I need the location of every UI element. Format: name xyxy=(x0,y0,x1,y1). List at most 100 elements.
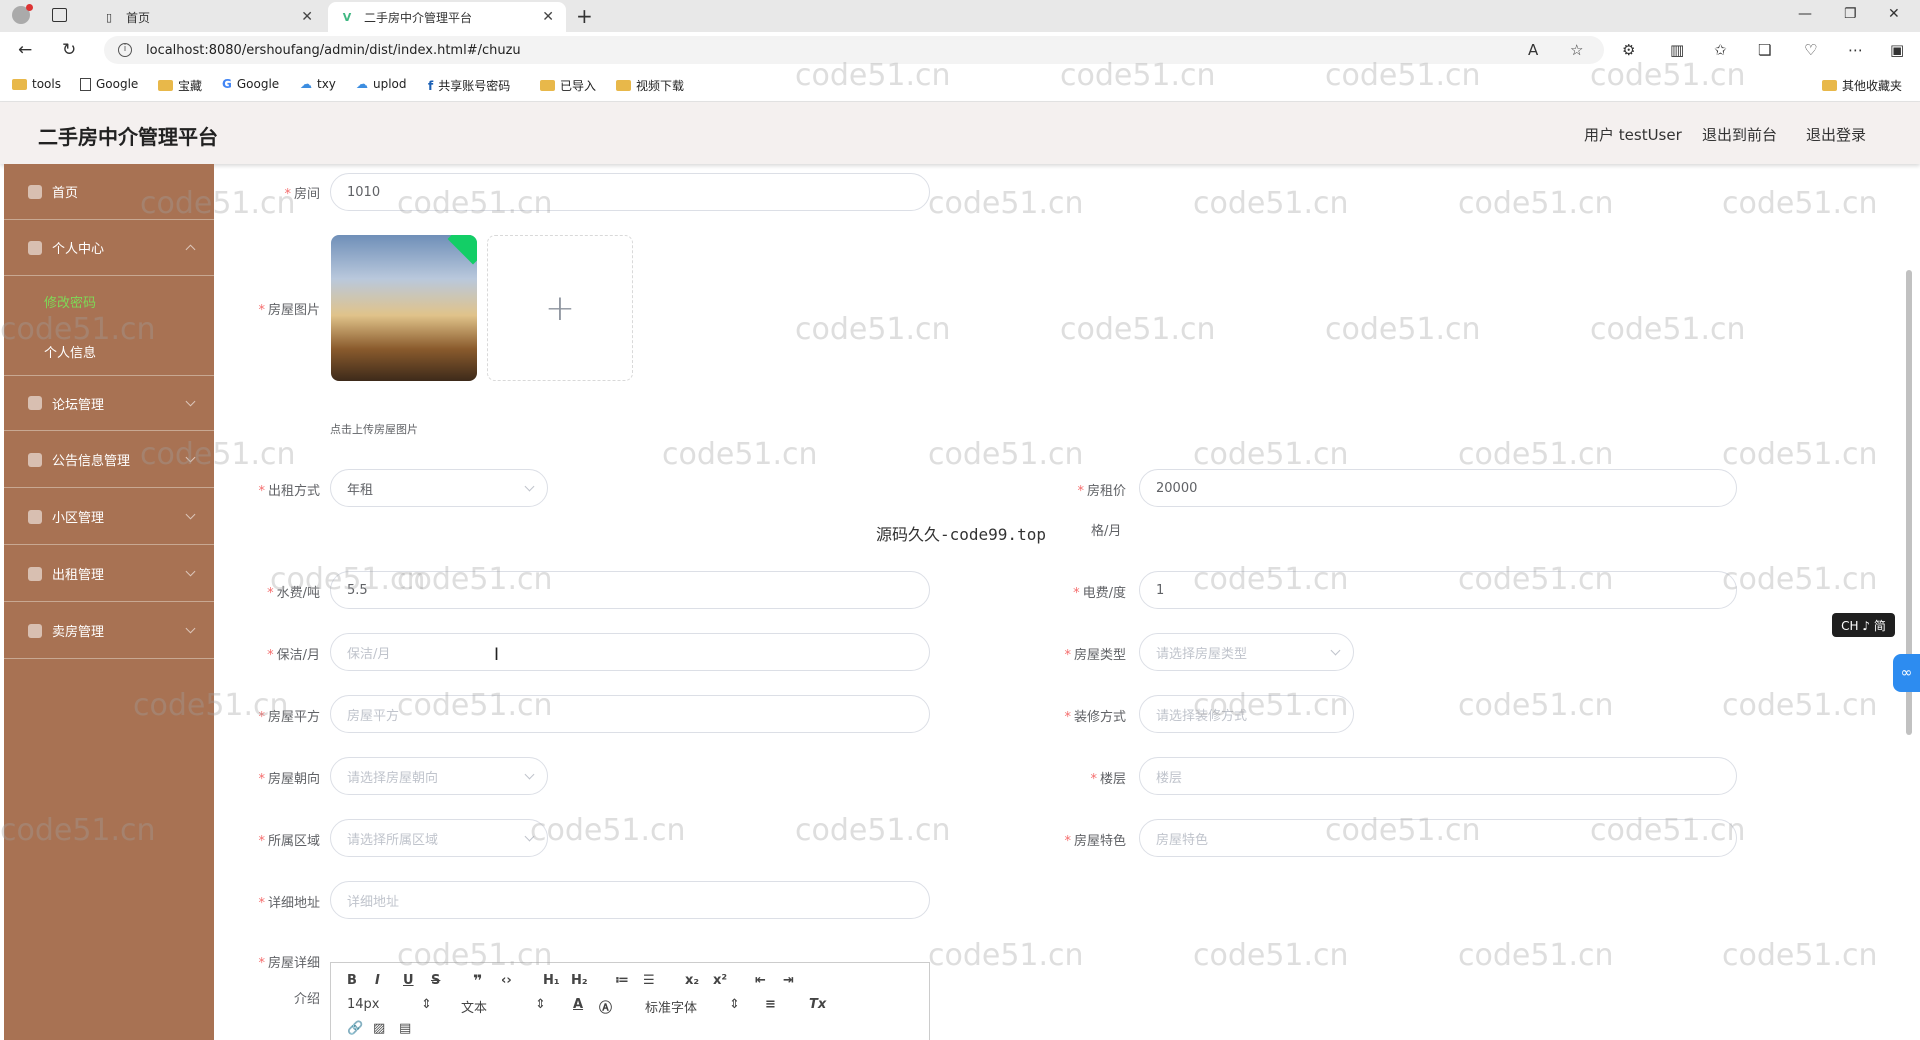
address-input[interactable]: 详细地址 xyxy=(330,881,930,919)
favorite-star-icon[interactable]: ☆ xyxy=(1570,41,1583,59)
browser-essentials-icon[interactable]: ♡ xyxy=(1804,41,1817,59)
cleaning-input[interactable]: 保洁/月 xyxy=(330,633,930,671)
italic-icon[interactable]: I xyxy=(375,973,380,988)
logout-link[interactable]: 退出登录 xyxy=(1806,124,1866,145)
bold-icon[interactable]: B xyxy=(347,973,357,988)
house-type-select[interactable]: 请选择房屋类型 xyxy=(1139,633,1354,671)
feature-input[interactable]: 房屋特色 xyxy=(1139,819,1737,857)
strike-icon[interactable]: S xyxy=(431,973,440,988)
superscript-icon[interactable]: x² xyxy=(713,973,727,988)
new-tab-icon[interactable]: + xyxy=(576,4,593,28)
electric-label: * 电费/度 xyxy=(1073,586,1126,601)
video-icon[interactable]: ▤ xyxy=(399,1021,411,1036)
district-select[interactable]: 请选择所属区域 xyxy=(330,819,548,857)
ime-indicator[interactable]: CH ♪ 简 xyxy=(1832,613,1895,637)
room-input[interactable]: 1010 xyxy=(330,173,930,211)
info-icon[interactable]: i xyxy=(118,43,132,57)
rich-text-editor[interactable]: B I U S ❞ ‹› H₁ H₂ ≔ ☰ x₂ x² ⇤ ⇥ 14px ⇕ … xyxy=(330,962,930,1040)
area-input[interactable]: 房屋平方 xyxy=(330,695,930,733)
split-screen-icon[interactable]: ▥ xyxy=(1670,41,1684,59)
favorites-icon[interactable]: ✩ xyxy=(1714,41,1727,59)
font-family-select[interactable]: 标准字体 xyxy=(645,997,697,1016)
decoration-select[interactable]: 请选择装修方式 xyxy=(1139,695,1354,733)
outdent-icon[interactable]: ⇤ xyxy=(755,973,766,988)
bookmark-item[interactable]: ☁ uplod xyxy=(356,77,407,91)
bullet-list-icon[interactable]: ☰ xyxy=(643,973,655,988)
h1-icon[interactable]: H₁ xyxy=(543,973,560,988)
font-size-select[interactable]: 14px xyxy=(347,997,380,1012)
url-field[interactable]: i localhost:8080/ershoufang/admin/dist/i… xyxy=(104,36,1604,64)
sidebar-item-community[interactable]: 小区管理 xyxy=(4,489,214,545)
underline-icon[interactable]: U xyxy=(403,973,414,988)
bookmark-item[interactable]: Google xyxy=(80,77,138,91)
sidebar-item-personal-center[interactable]: 个人中心 xyxy=(4,220,214,276)
browser-tab-active[interactable]: V 二手房中介管理平台 ✕ xyxy=(328,2,566,32)
collections-icon[interactable]: ❏ xyxy=(1758,41,1771,59)
address-label: * 详细地址 xyxy=(258,896,320,911)
document-icon xyxy=(80,77,91,91)
image-icon[interactable]: ▨ xyxy=(373,1021,385,1036)
floating-assistant-icon[interactable]: ∞ xyxy=(1893,654,1920,692)
background-color-icon[interactable]: Ⓐ xyxy=(599,997,612,1016)
bookmark-item[interactable]: ☁ txy xyxy=(300,77,336,91)
sidebar-item-rental[interactable]: 出租管理 xyxy=(4,546,214,602)
back-icon[interactable]: ← xyxy=(18,40,32,60)
link-icon[interactable]: 🔗 xyxy=(347,1021,363,1036)
refresh-icon[interactable]: ↻ xyxy=(62,40,76,60)
rent-mode-select[interactable]: 年租 xyxy=(330,469,548,507)
close-window-icon[interactable]: ✕ xyxy=(1888,6,1900,22)
profile-icon[interactable] xyxy=(12,4,33,24)
restore-icon[interactable]: ❐ xyxy=(1844,6,1857,22)
submenu-personal-info[interactable]: 个人信息 xyxy=(4,342,214,361)
h2-icon[interactable]: H₂ xyxy=(571,973,588,988)
watermark: code51.cn xyxy=(1193,186,1349,221)
clear-format-icon[interactable]: Tx xyxy=(809,997,826,1012)
subscript-icon[interactable]: x₂ xyxy=(685,973,699,988)
rent-price-label: * 房租价 xyxy=(1077,484,1126,499)
browser-tab-home[interactable]: ▯ 首页 ✕ xyxy=(90,2,325,32)
sidebar-item-forum[interactable]: 论坛管理 xyxy=(4,375,214,431)
indent-icon[interactable]: ⇥ xyxy=(783,973,794,988)
bookmark-item[interactable]: G Google xyxy=(222,77,279,91)
bookmark-item[interactable]: 宝藏 xyxy=(158,77,202,94)
orientation-select[interactable]: 请选择房屋朝向 xyxy=(330,757,548,795)
font-color-icon[interactable]: A xyxy=(573,997,583,1012)
close-icon[interactable]: ✕ xyxy=(542,9,554,25)
google-icon: G xyxy=(222,77,232,91)
notice-icon xyxy=(28,452,42,467)
watermark: code51.cn xyxy=(1458,437,1614,472)
rent-price-input[interactable]: 20000 xyxy=(1139,469,1737,507)
bookmark-item[interactable]: tools xyxy=(12,77,61,91)
folder-icon xyxy=(158,80,173,91)
bookmark-item[interactable]: f 共享账号密码 xyxy=(428,77,510,94)
sidebar-item-home[interactable]: 首页 xyxy=(4,164,214,220)
blockquote-icon[interactable]: ❞ xyxy=(473,971,482,990)
uploaded-house-image[interactable] xyxy=(331,235,477,381)
minimize-icon[interactable]: — xyxy=(1798,6,1812,22)
bookmark-item[interactable]: 已导入 xyxy=(540,77,596,94)
water-label: * 水费/吨 xyxy=(267,586,320,601)
electric-input[interactable]: 1 xyxy=(1139,571,1737,609)
watermark: code51.cn xyxy=(1193,437,1349,472)
bookmark-item[interactable]: 视频下载 xyxy=(616,77,684,94)
back-to-front-link[interactable]: 退出到前台 xyxy=(1702,124,1777,145)
chevron-down-icon xyxy=(524,831,535,842)
other-bookmarks[interactable]: 其他收藏夹 xyxy=(1822,77,1902,94)
ordered-list-icon[interactable]: ≔ xyxy=(615,973,629,988)
water-input[interactable]: 5.5 xyxy=(330,571,930,609)
sidebar-toggle-icon[interactable]: ▣ xyxy=(1890,41,1904,59)
upload-add-button[interactable]: + xyxy=(487,235,633,381)
sidebar-item-notice[interactable]: 公告信息管理 xyxy=(4,432,214,488)
close-icon[interactable]: ✕ xyxy=(301,9,313,25)
align-icon[interactable]: ≡ xyxy=(765,997,776,1012)
floor-input[interactable]: 楼层 xyxy=(1139,757,1737,795)
sidebar-item-sales[interactable]: 卖房管理 xyxy=(4,603,214,659)
text-type-select[interactable]: 文本 xyxy=(461,997,487,1016)
submenu-change-password[interactable]: 修改密码 xyxy=(4,292,214,311)
read-aloud-icon[interactable]: A xyxy=(1528,41,1538,59)
room-label: * 房间 xyxy=(284,187,320,202)
code-icon[interactable]: ‹› xyxy=(501,973,512,988)
extensions-icon[interactable]: ⚙ xyxy=(1622,41,1635,59)
tab-actions-icon[interactable] xyxy=(52,8,67,22)
more-icon[interactable]: ⋯ xyxy=(1848,41,1863,59)
